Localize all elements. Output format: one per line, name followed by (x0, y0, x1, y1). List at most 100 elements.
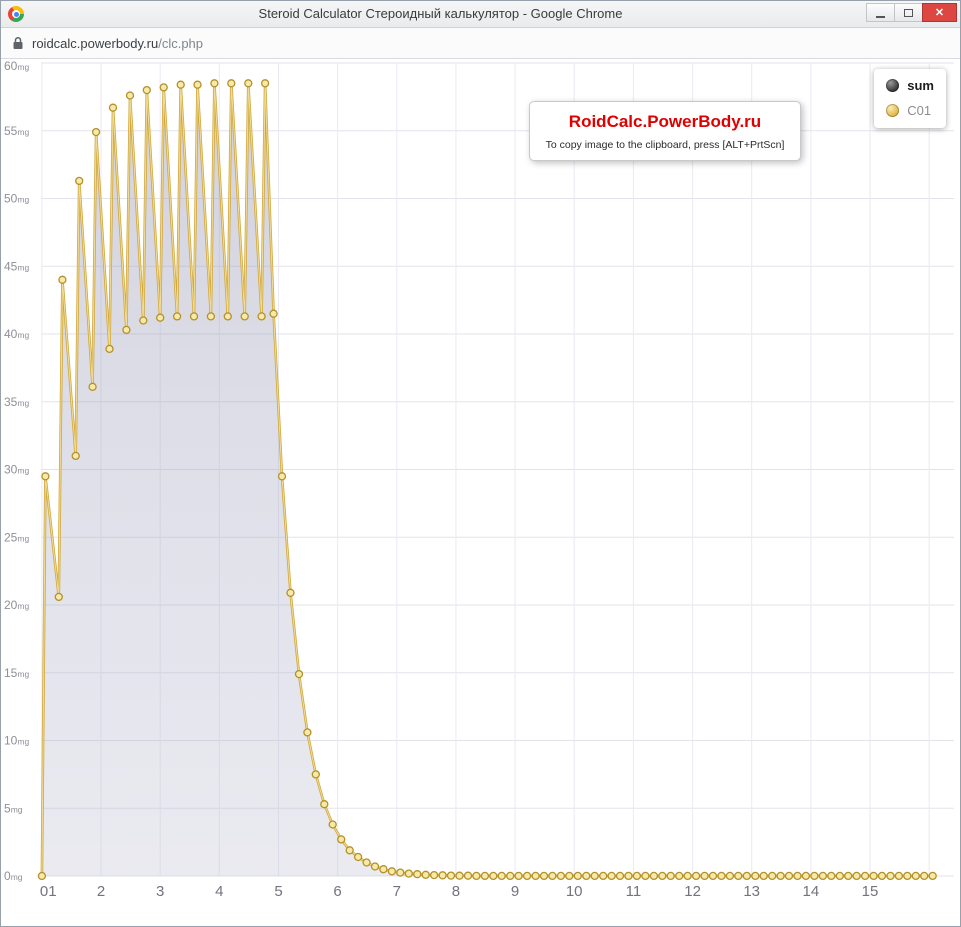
x-axis-label: 4 (215, 883, 223, 900)
data-point-marker (743, 872, 750, 879)
maximize-button[interactable] (894, 3, 923, 22)
data-point-marker (287, 589, 294, 596)
x-axis-label: 3 (156, 883, 164, 900)
x-axis-label: 9 (511, 883, 519, 900)
data-point-marker (174, 313, 181, 320)
legend-label-sum: sum (907, 78, 934, 93)
data-point-marker (93, 129, 100, 136)
data-point-marker (760, 872, 767, 879)
data-point-marker (224, 313, 231, 320)
data-point-marker (929, 872, 936, 879)
legend: sum C01 (874, 69, 946, 128)
url-text[interactable]: roidcalc.powerbody.ru/clc.php (32, 36, 203, 51)
data-point-marker (752, 872, 759, 879)
data-point-marker (625, 872, 632, 879)
y-axis-label: 40mg (4, 327, 29, 341)
close-button[interactable]: ✕ (922, 3, 957, 22)
data-point-marker (507, 872, 514, 879)
data-point-marker (143, 87, 150, 94)
data-point-marker (887, 872, 894, 879)
data-point-marker (524, 872, 531, 879)
maximize-icon (904, 9, 913, 17)
data-point-marker (557, 872, 564, 879)
data-point-marker (650, 872, 657, 879)
window-titlebar[interactable]: Steroid Calculator Стероидный калькулято… (1, 1, 960, 28)
data-point-marker (355, 854, 362, 861)
data-point-marker (583, 872, 590, 879)
x-axis-label: 8 (452, 883, 460, 900)
address-bar[interactable]: roidcalc.powerbody.ru/clc.php (1, 28, 960, 59)
data-point-marker (676, 872, 683, 879)
data-point-marker (312, 771, 319, 778)
minimize-button[interactable] (866, 3, 895, 22)
data-point-marker (72, 452, 79, 459)
watermark-box: RoidCalc.PowerBody.ru To copy image to t… (529, 101, 801, 161)
data-point-marker (397, 869, 404, 876)
data-point-marker (617, 872, 624, 879)
data-point-marker (701, 872, 708, 879)
x-axis-label: 15 (862, 883, 879, 900)
lock-icon (12, 36, 24, 50)
data-point-marker (718, 872, 725, 879)
data-point-marker (456, 872, 463, 879)
legend-row-c01: C01 (886, 103, 934, 118)
x-axis-label: 12 (684, 883, 701, 900)
data-point-marker (448, 872, 455, 879)
data-point-marker (388, 868, 395, 875)
data-point-marker (127, 92, 134, 99)
data-point-marker (262, 80, 269, 87)
data-point-marker (228, 80, 235, 87)
chrome-icon-center (14, 12, 19, 17)
data-point-marker (912, 872, 919, 879)
data-point-marker (42, 473, 49, 480)
watermark-subtitle: To copy image to the clipboard, press [A… (536, 139, 794, 151)
browser-window: Steroid Calculator Стероидный калькулято… (0, 0, 961, 927)
data-point-marker (473, 872, 480, 879)
data-point-marker (338, 836, 345, 843)
data-point-marker (76, 177, 83, 184)
legend-dot-c01 (886, 104, 899, 117)
data-point-marker (786, 872, 793, 879)
data-point-marker (684, 872, 691, 879)
data-point-marker (321, 801, 328, 808)
x-axis-label: 13 (743, 883, 760, 900)
data-point-marker (870, 872, 877, 879)
data-point-marker (819, 872, 826, 879)
data-point-marker (194, 81, 201, 88)
y-axis-label: 15mg (4, 666, 29, 680)
data-point-marker (659, 872, 666, 879)
data-point-marker (241, 313, 248, 320)
data-point-marker (89, 383, 96, 390)
data-point-marker (372, 863, 379, 870)
x-axis-label: 11 (626, 883, 642, 900)
data-point-marker (405, 870, 412, 877)
window-controls: ✕ (867, 3, 957, 22)
data-point-marker (106, 345, 113, 352)
data-point-marker (498, 872, 505, 879)
data-point-marker (329, 821, 336, 828)
data-point-marker (55, 593, 62, 600)
x-axis-label: 6 (333, 883, 341, 900)
chrome-icon (8, 6, 24, 22)
data-point-marker (794, 872, 801, 879)
data-point-marker (532, 872, 539, 879)
watermark-title: RoidCalc.PowerBody.ru (536, 112, 794, 132)
minimize-icon (876, 16, 885, 18)
data-point-marker (735, 872, 742, 879)
data-point-marker (258, 313, 265, 320)
url-domain: roidcalc.powerbody.ru (32, 36, 158, 51)
x-axis-label: 2 (97, 883, 105, 900)
data-point-marker (270, 310, 277, 317)
y-axis-label: 50mg (4, 192, 29, 206)
data-point-marker (862, 872, 869, 879)
x-axis-label: 10 (566, 883, 583, 900)
data-point-marker (710, 872, 717, 879)
data-point-marker (541, 872, 548, 879)
data-point-marker (769, 872, 776, 879)
data-point-marker (431, 872, 438, 879)
data-point-marker (123, 326, 130, 333)
y-axis-label: 20mg (4, 598, 29, 612)
data-point-marker (422, 871, 429, 878)
data-point-marker (304, 729, 311, 736)
data-point-marker (140, 317, 147, 324)
